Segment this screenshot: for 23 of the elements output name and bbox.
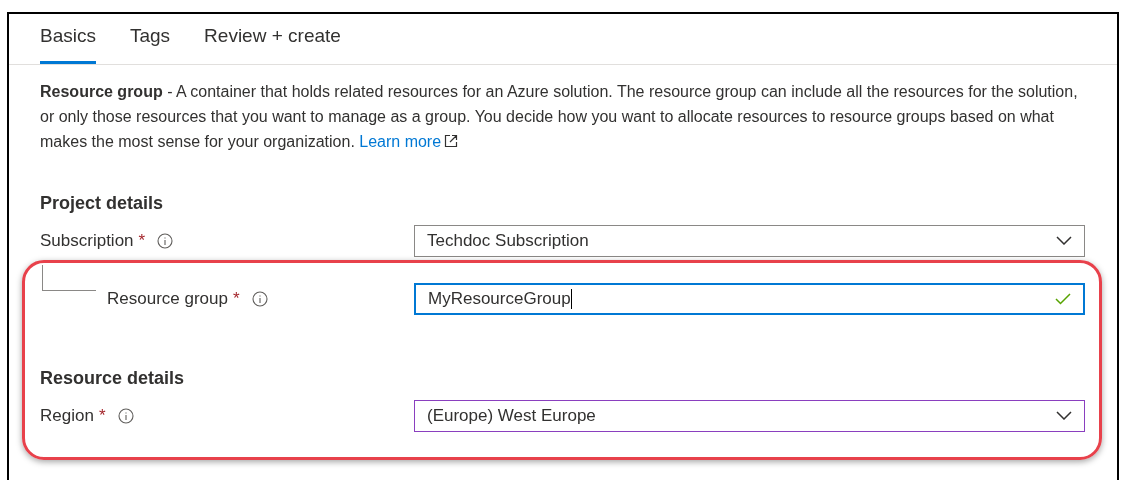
tab[interactable]: Basics	[40, 16, 96, 64]
info-icon	[117, 407, 134, 424]
learn-more-link[interactable]: Learn more	[359, 128, 459, 154]
tree-connector	[42, 264, 96, 291]
dropdown[interactable]: Techdoc Subscription	[414, 224, 1085, 257]
required-mark: *	[138, 229, 146, 252]
field-label: Subscription	[40, 229, 134, 252]
external-link-icon	[444, 134, 459, 148]
dropdown[interactable]: (Europe) West Europe	[414, 399, 1085, 432]
input-field[interactable]: MyResourceGroup	[414, 282, 1085, 315]
field-label: Region	[40, 404, 94, 427]
description-text: Resource group - A container that holds related resources for an Azure solution. The resource group can include all the resources for the solution, or only those resources that you want to manage as a group. You decide how you want to allocate resources to resource groups based on what makes the most sense for your organization. Learn more	[40, 78, 1087, 154]
required-mark: *	[98, 404, 106, 427]
section-heading: Resource details	[40, 366, 186, 390]
info-icon	[251, 290, 268, 307]
info-icon	[157, 232, 174, 249]
section-heading: Project details	[40, 191, 165, 215]
tab[interactable]: Tags	[129, 16, 171, 64]
tab[interactable]: Review + create	[204, 16, 341, 64]
field-label: Resource group	[107, 287, 228, 310]
required-mark: *	[232, 287, 240, 310]
chevron-down-icon	[1056, 411, 1072, 420]
chevron-down-icon	[1056, 236, 1072, 245]
